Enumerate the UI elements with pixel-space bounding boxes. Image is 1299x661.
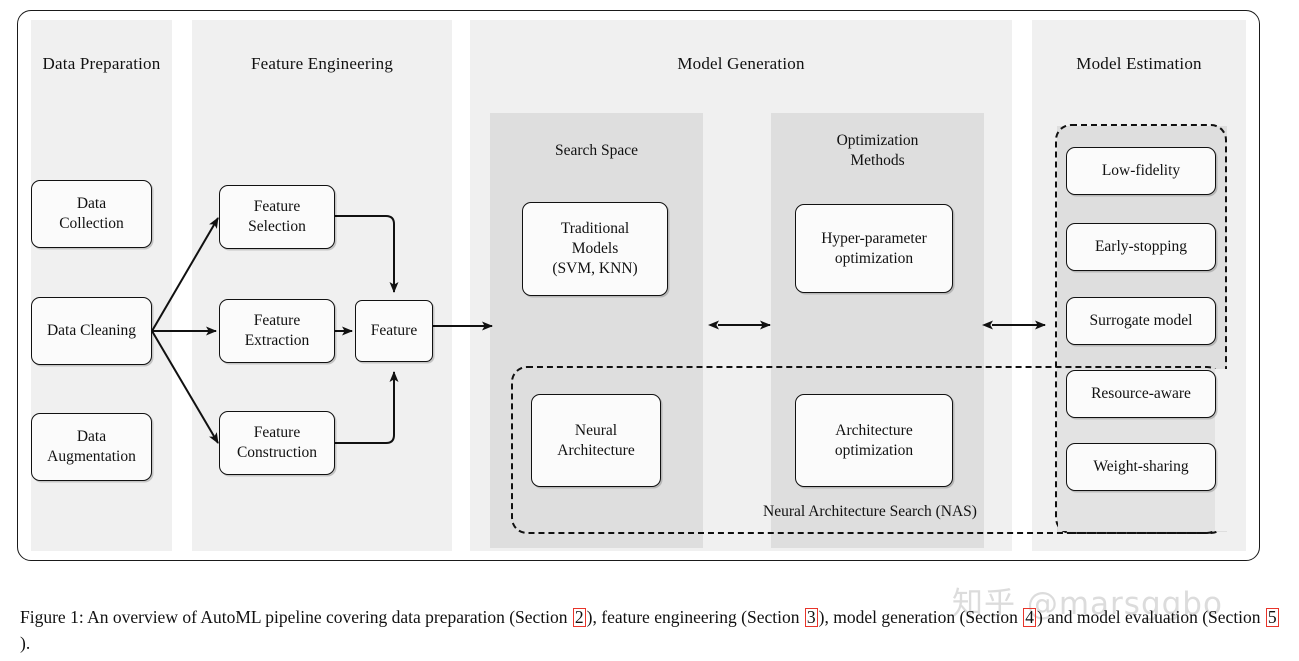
- node-label: Feature Selection: [248, 198, 306, 235]
- caption-part-5: ).: [20, 633, 31, 653]
- node-hyper-parameter-optimization[interactable]: Hyper-parameter optimization: [795, 204, 953, 293]
- node-feature[interactable]: Feature: [355, 300, 433, 362]
- edge-cleaning-to-selection: [151, 217, 219, 332]
- node-early-stopping[interactable]: Early-stopping: [1066, 223, 1216, 271]
- caption-section-ref-3[interactable]: 3: [804, 608, 818, 627]
- figure-canvas: Data Preparation Feature Engineering Mod…: [0, 0, 1299, 661]
- edge-construction-to-feature: [334, 371, 399, 444]
- caption-part-2: ), feature engineering (Section: [586, 607, 804, 627]
- caption-part-4: ) and model evaluation (Section: [1037, 607, 1265, 627]
- node-label: Weight-sharing: [1093, 458, 1189, 475]
- node-traditional-models[interactable]: Traditional Models (SVM, KNN): [522, 202, 668, 296]
- caption-section-ref-5[interactable]: 5: [1265, 608, 1279, 627]
- node-data-augmentation[interactable]: Data Augmentation: [31, 413, 152, 481]
- caption-section-ref-4[interactable]: 4: [1023, 608, 1036, 627]
- caption-section-ref-2[interactable]: 2: [572, 608, 586, 627]
- caption-part-3: ), model generation (Section: [818, 607, 1023, 627]
- node-label: Data Cleaning: [46, 322, 137, 339]
- node-label: Resource-aware: [1091, 385, 1191, 402]
- node-label: Data Collection: [59, 195, 124, 232]
- node-label: Hyper-parameter optimization: [821, 229, 927, 267]
- node-low-fidelity[interactable]: Low-fidelity: [1066, 147, 1216, 195]
- node-surrogate-model[interactable]: Surrogate model: [1066, 297, 1216, 345]
- node-feature-extraction[interactable]: Feature Extraction: [219, 299, 335, 363]
- node-data-collection[interactable]: Data Collection: [31, 180, 152, 248]
- node-neural-architecture[interactable]: Neural Architecture: [531, 394, 661, 487]
- node-label: Surrogate model: [1089, 312, 1193, 329]
- caption-part-1: Figure 1: An overview of AutoML pipeline…: [20, 607, 572, 627]
- node-label: Low-fidelity: [1101, 162, 1181, 179]
- node-weight-sharing[interactable]: Weight-sharing: [1066, 443, 1216, 491]
- node-data-cleaning[interactable]: Data Cleaning: [31, 297, 152, 365]
- node-label: Feature Extraction: [244, 312, 310, 349]
- node-architecture-optimization[interactable]: Architecture optimization: [795, 394, 953, 487]
- node-label: Architecture optimization: [834, 421, 914, 459]
- node-label: Feature: [370, 322, 418, 339]
- node-label: Feature Construction: [236, 424, 318, 461]
- node-label: Neural Architecture: [557, 421, 635, 459]
- node-feature-construction[interactable]: Feature Construction: [219, 411, 335, 475]
- node-feature-selection[interactable]: Feature Selection: [219, 185, 335, 249]
- node-label: Traditional Models (SVM, KNN): [552, 220, 638, 277]
- node-label: Data Augmentation: [47, 428, 136, 465]
- edge-selection-to-feature: [334, 215, 399, 293]
- node-resource-aware[interactable]: Resource-aware: [1066, 370, 1216, 418]
- edge-cleaning-to-construction: [151, 330, 219, 444]
- figure-caption: Figure 1: An overview of AutoML pipeline…: [20, 604, 1282, 656]
- node-label: Early-stopping: [1094, 238, 1188, 255]
